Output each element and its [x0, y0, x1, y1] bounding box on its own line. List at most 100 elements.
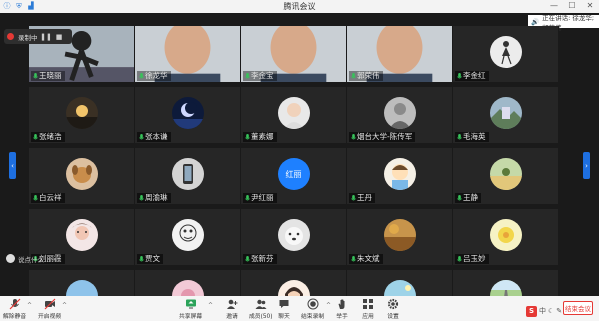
hand-icon	[336, 298, 348, 310]
prev-page-button[interactable]: ‹	[9, 152, 16, 179]
share-screen-button[interactable]: 共享屏幕	[179, 298, 202, 320]
close-icon[interactable]: ✕	[584, 0, 596, 12]
members-icon	[255, 298, 267, 310]
mute-button[interactable]: 解除静音	[3, 298, 26, 320]
participant-name: 贾文	[145, 254, 160, 263]
participant-name: 徐龙华	[145, 71, 168, 80]
chat-hint-text: 说点什么...	[18, 255, 51, 264]
pause-icon[interactable]: ❚❚	[40, 32, 52, 41]
participant-tile[interactable]: 张新芬	[241, 209, 347, 265]
participant-name: 王晓丽	[39, 71, 62, 80]
invite-icon	[226, 298, 238, 310]
participant-tile[interactable]: 张绪浩	[29, 87, 135, 143]
participant-tile[interactable]: 王静	[453, 148, 559, 204]
video-button[interactable]: 开启视频	[38, 298, 61, 320]
invite-button[interactable]: 邀请	[226, 298, 238, 320]
mic-icon	[351, 194, 356, 202]
participant-tile[interactable]: 朱文斌	[347, 209, 453, 265]
dog2-avatar	[277, 219, 310, 251]
mic-icon	[457, 72, 462, 80]
participant-tile[interactable]: 徐龙华	[135, 26, 241, 82]
sogou-logo-icon: S	[526, 305, 537, 317]
chat-hint[interactable]: 说点什么... ‹	[6, 252, 64, 265]
record-options-chevron-icon[interactable]: ^	[326, 302, 331, 309]
participant-tile[interactable]: 烟台大学-陈传军	[347, 87, 453, 143]
participant-tile[interactable]: 王丹	[347, 148, 453, 204]
mic-icon	[139, 72, 144, 80]
mic-icon	[457, 255, 462, 263]
landscape-avatar	[489, 97, 522, 129]
minimize-icon[interactable]: —	[548, 0, 560, 12]
apps-icon	[362, 298, 374, 310]
child-avatar	[277, 97, 310, 129]
participant-name: 尹红丽	[251, 193, 274, 202]
participant-tile[interactable]: 郭荣伟	[347, 26, 453, 82]
video-label: 开启视频	[38, 314, 62, 320]
camera-off-icon	[44, 298, 56, 310]
chat-button[interactable]: 聊天	[278, 298, 290, 320]
moon-icon: ☾	[548, 307, 555, 315]
participant-tile[interactable]: 贾文	[135, 209, 241, 265]
participant-tile[interactable]: 毛海英	[453, 87, 559, 143]
settings-label: 设置	[387, 314, 399, 320]
participant-tile[interactable]: 董素娜	[241, 87, 347, 143]
next-page-button[interactable]: ›	[583, 152, 590, 179]
pencil-icon: ✎	[556, 307, 563, 315]
participant-name-tag: 张新芬	[243, 254, 277, 264]
chevron-left-icon[interactable]: ‹	[53, 255, 56, 263]
dog-avatar	[65, 158, 98, 190]
text-avatar: 红丽	[277, 158, 310, 190]
mic-icon	[457, 133, 462, 141]
participant-name-tag: 烟台大学-陈传军	[349, 132, 416, 142]
invite-label: 邀请	[226, 314, 238, 320]
window-title: 腾讯会议	[283, 2, 316, 11]
record-label: 结束录制	[301, 314, 325, 320]
participant-name-tag: 毛海英	[455, 132, 489, 142]
speaker-icon: 🔊	[531, 17, 540, 26]
recording-indicator: 录制中 ❚❚ ■	[4, 29, 72, 44]
participant-name: 张新芬	[251, 254, 274, 263]
mic-options-chevron-icon[interactable]: ^	[27, 302, 32, 309]
participant-name-tag: 王晓丽	[31, 71, 65, 81]
participant-grid: 王晓丽 徐龙华 李金宝 郭荣伟 李金红张绪浩 张本谦 董素娜 烟台大学-陈传军 毛海英白云祥 周渝…	[29, 26, 560, 321]
raise-hand-button[interactable]: 举手	[336, 298, 348, 320]
participant-tile[interactable]: 李金宝	[241, 26, 347, 82]
mic-icon	[139, 255, 144, 263]
participant-name-tag: 李金宝	[243, 71, 277, 81]
participant-tile[interactable]: 张本谦	[135, 87, 241, 143]
stop-icon[interactable]: ■	[55, 32, 64, 41]
participant-name: 董素娜	[251, 132, 274, 141]
settings-button[interactable]: 设置	[387, 298, 399, 320]
participant-tile[interactable]: 白云祥	[29, 148, 135, 204]
members-button[interactable]: 成员(50)	[249, 298, 273, 320]
ime-indicator[interactable]: S 中 ☾ ✎	[526, 305, 562, 317]
end-meeting-button[interactable]: 结束会议	[563, 301, 593, 315]
ime-mode-label: 中	[539, 307, 546, 315]
maximize-icon[interactable]: ☐	[566, 0, 578, 12]
participant-name-tag: 吕玉妙	[455, 254, 489, 264]
dancer-avatar	[489, 36, 522, 68]
apps-button[interactable]: 应用	[362, 298, 374, 320]
record-icon	[307, 298, 319, 310]
participant-name-tag: 王丹	[349, 193, 375, 203]
participant-tile[interactable]: 红丽 尹红丽	[241, 148, 347, 204]
participant-tile[interactable]: 李金红	[453, 26, 559, 82]
video-options-chevron-icon[interactable]: ^	[62, 302, 67, 309]
end-recording-button[interactable]: 结束录制	[301, 298, 324, 320]
mute-label: 解除静音	[3, 314, 27, 320]
participant-name: 毛海英	[463, 132, 486, 141]
participant-name: 白云祥	[39, 193, 62, 202]
participant-name-tag: 张绪浩	[31, 132, 65, 142]
participant-name-tag: 徐龙华	[137, 71, 171, 81]
mic-icon	[351, 72, 356, 80]
participant-tile[interactable]: 周渝琳	[135, 148, 241, 204]
recording-label: 录制中	[18, 33, 38, 42]
meeting-window: ⓘ ⛨ ▟ 腾讯会议 — ☐ ✕ 🔊 正在讲话: 徐龙华; 郭荣伟 王晓丽徐龙华…	[0, 0, 599, 321]
members-label: 成员(50)	[249, 314, 273, 320]
share-options-chevron-icon[interactable]: ^	[208, 302, 213, 309]
chat-icon	[278, 298, 290, 310]
participant-name-tag: 王静	[455, 193, 481, 203]
participant-tile[interactable]: 吕玉妙	[453, 209, 559, 265]
mic-icon	[245, 133, 250, 141]
participant-name: 郭荣伟	[357, 71, 380, 80]
